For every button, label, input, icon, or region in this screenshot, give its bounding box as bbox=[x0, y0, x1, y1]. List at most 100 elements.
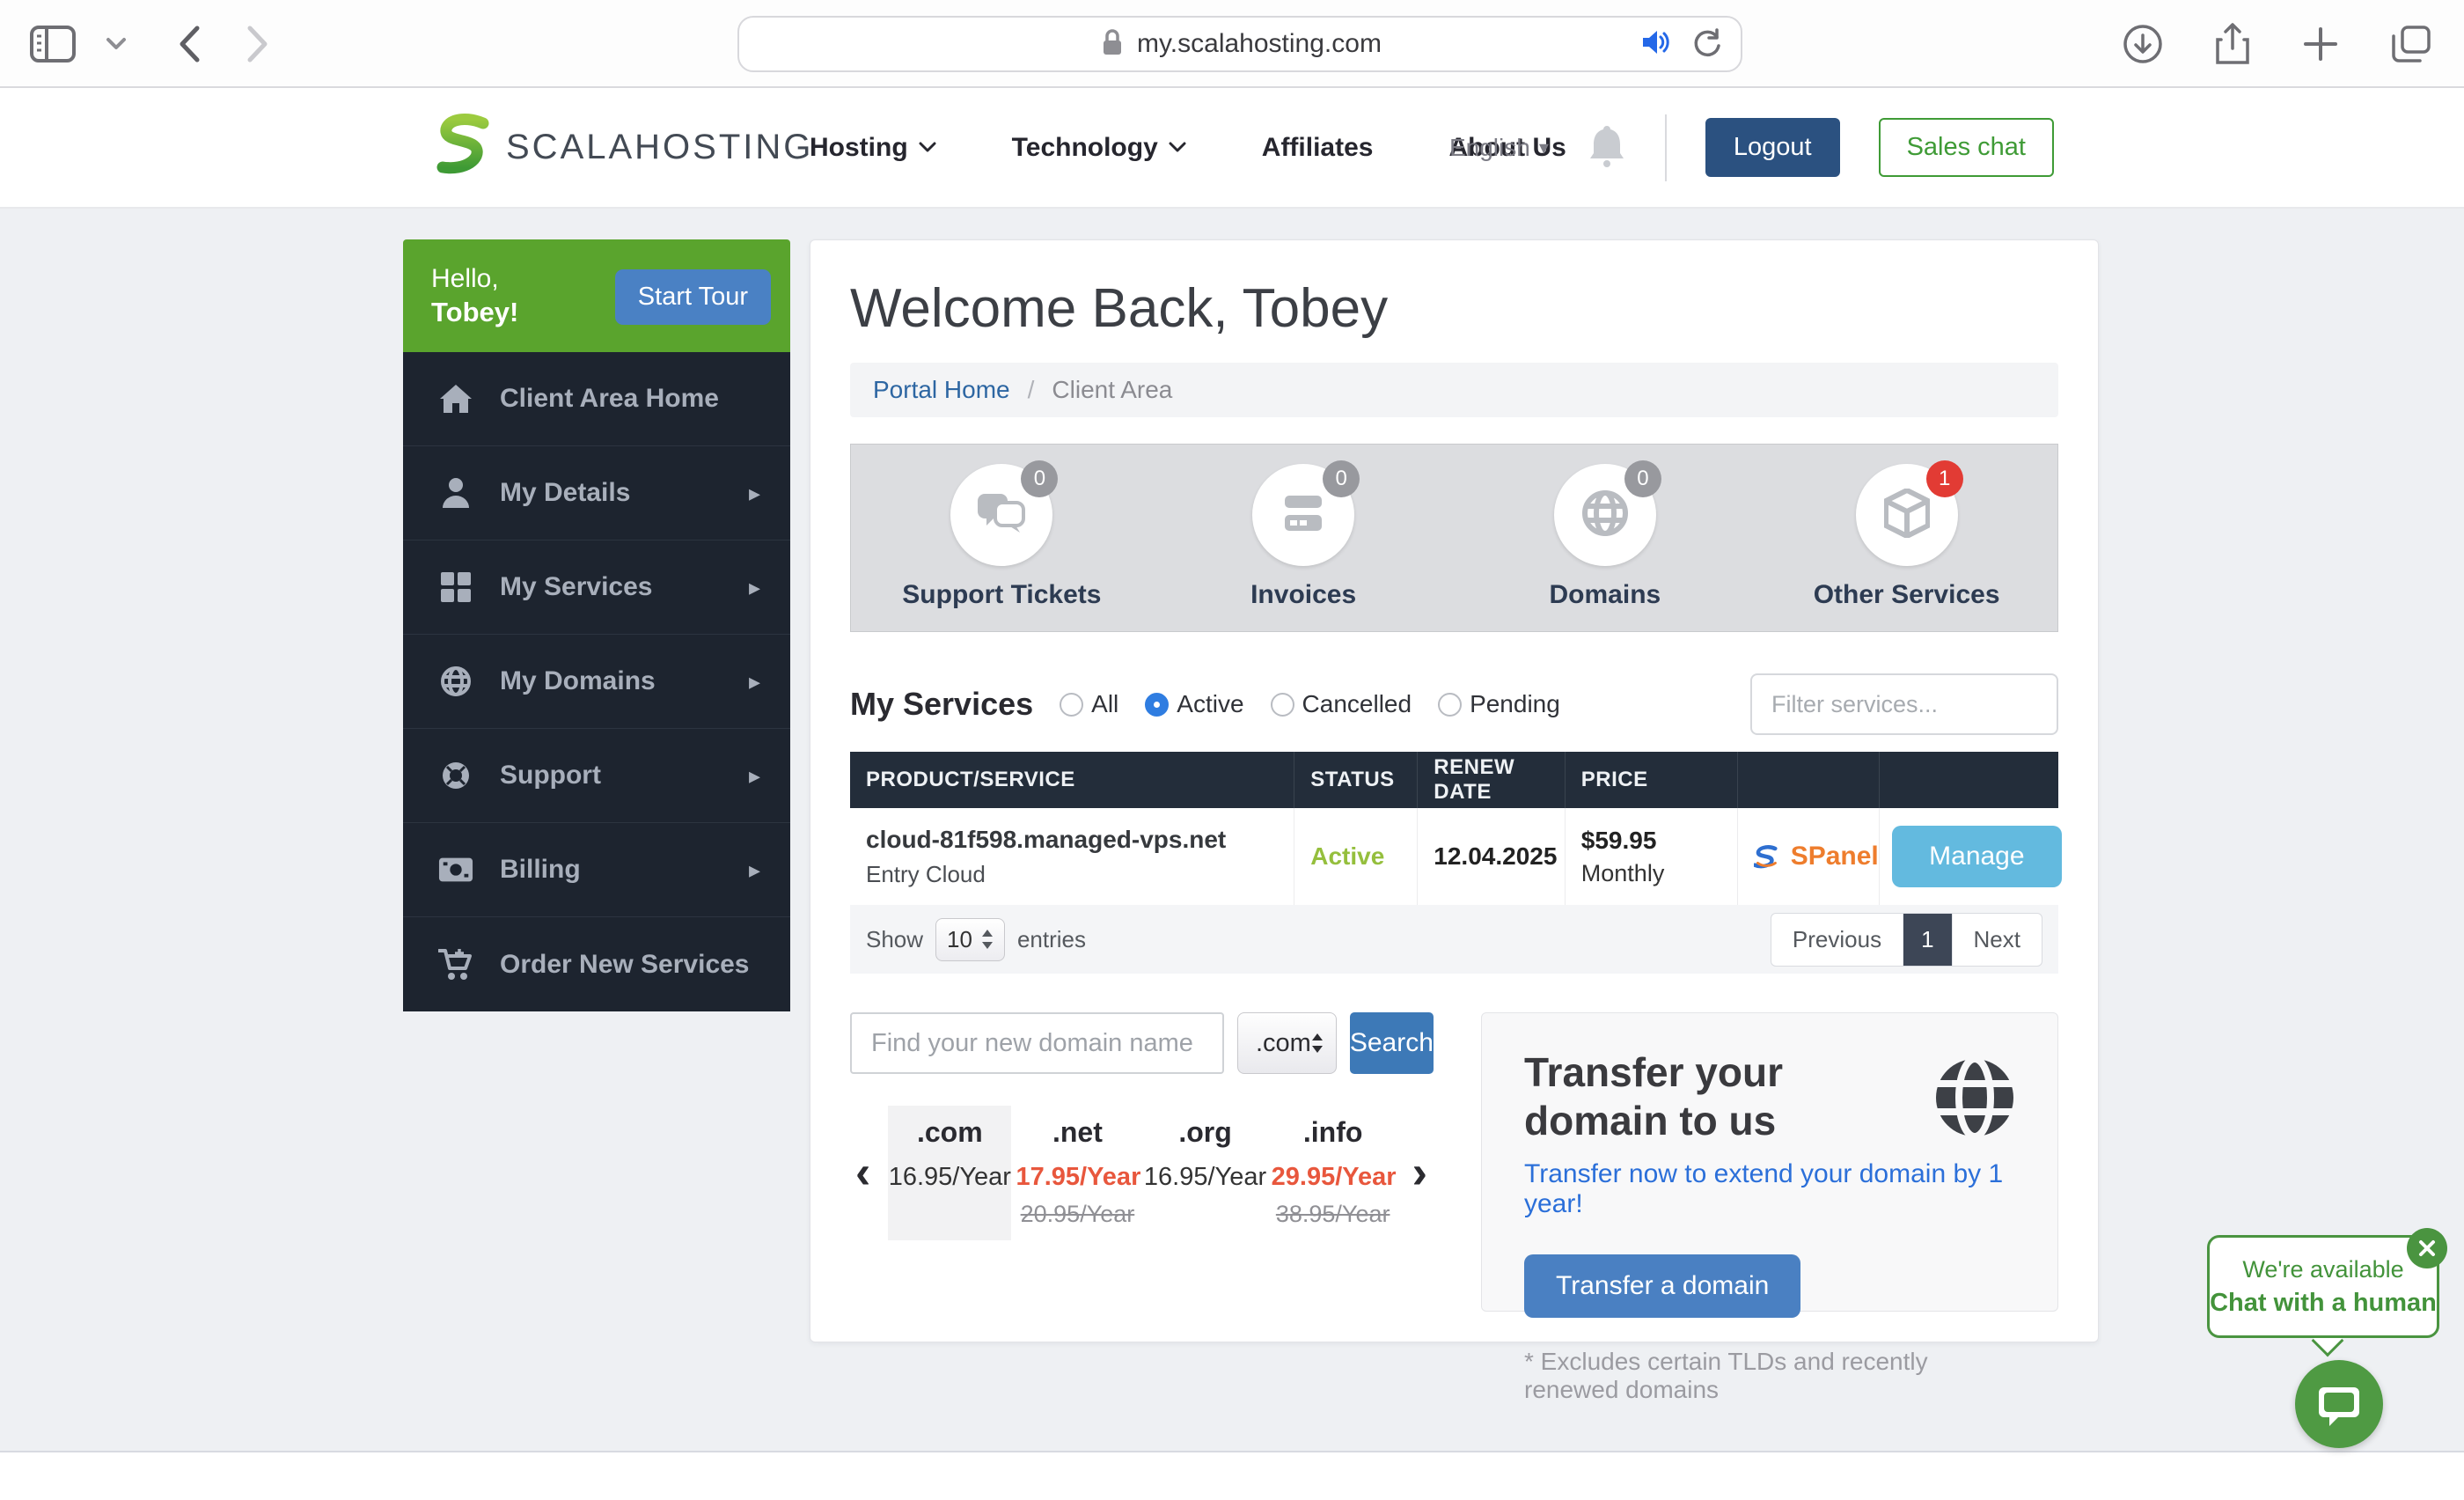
filter-cancelled[interactable]: Cancelled bbox=[1270, 690, 1412, 718]
manage-button[interactable]: Manage bbox=[1892, 826, 2062, 887]
tab-overview-icon[interactable] bbox=[2390, 24, 2434, 64]
url-text: my.scalahosting.com bbox=[1137, 29, 1382, 58]
close-icon bbox=[2419, 1240, 2435, 1256]
money-icon bbox=[438, 857, 473, 883]
sidebar-item-order-new-services[interactable]: Order New Services bbox=[403, 917, 790, 1011]
sidebar-item-my-domains[interactable]: My Domains ▸ bbox=[403, 635, 790, 729]
services-heading: My Services bbox=[850, 686, 1034, 722]
site-header: SCALAHOSTING Hosting Technology Affiliat… bbox=[0, 88, 2464, 209]
language-selector[interactable]: English ▾ bbox=[1449, 134, 1549, 162]
stat-label: Support Tickets bbox=[902, 580, 1102, 609]
nav-affiliates[interactable]: Affiliates bbox=[1262, 133, 1374, 163]
tld-com[interactable]: .com 16.95/Year bbox=[888, 1105, 1012, 1240]
stat-other-services[interactable]: 1 Other Services bbox=[1756, 445, 2057, 631]
chat-bubbles-icon bbox=[976, 490, 1027, 540]
share-icon[interactable] bbox=[2214, 22, 2251, 66]
address-bar[interactable]: my.scalahosting.com bbox=[737, 16, 1742, 72]
spanel-link[interactable]: SPanel bbox=[1738, 808, 1880, 905]
audio-playing-icon[interactable] bbox=[1640, 27, 1672, 62]
sidebar-item-my-details[interactable]: My Details ▸ bbox=[403, 446, 790, 540]
sidebar-toggle-icon[interactable] bbox=[30, 26, 76, 62]
transfer-note: * Excludes certain TLDs and recently ren… bbox=[1524, 1348, 1928, 1404]
cart-plus-icon bbox=[438, 948, 473, 982]
radio-icon bbox=[1438, 692, 1463, 717]
tld-info[interactable]: .info 29.95/Year 38.95/Year bbox=[1272, 1106, 1397, 1240]
forward-icon[interactable] bbox=[246, 26, 269, 62]
radio-icon bbox=[1270, 692, 1294, 717]
product-plan: Entry Cloud bbox=[866, 860, 986, 887]
current-page-button[interactable]: 1 bbox=[1903, 913, 1953, 966]
sidebar-item-client-area-home[interactable]: Client Area Home bbox=[403, 352, 790, 446]
renew-date: 12.04.2025 bbox=[1434, 842, 1558, 870]
previous-page-button[interactable]: Previous bbox=[1771, 913, 1904, 966]
stat-label: Other Services bbox=[1813, 580, 2000, 609]
transfer-domain-button[interactable]: Transfer a domain bbox=[1524, 1254, 1801, 1319]
stat-badge: 0 bbox=[1624, 460, 1661, 497]
radio-checked-icon bbox=[1145, 692, 1170, 717]
tld-select[interactable]: .com bbox=[1237, 1012, 1337, 1074]
header-divider bbox=[1664, 114, 1667, 181]
chat-close-button[interactable] bbox=[2407, 1228, 2447, 1268]
entries-label: entries bbox=[1016, 925, 1087, 952]
tld-carousel: ‹ .com 16.95/Year .net 17.95/Year 20.95/… bbox=[850, 1105, 1433, 1240]
col-actions bbox=[1880, 752, 2058, 808]
sidebar-item-support[interactable]: Support ▸ bbox=[403, 729, 790, 823]
breadcrumb-current: Client Area bbox=[1052, 376, 1173, 403]
nav-technology[interactable]: Technology bbox=[1012, 133, 1186, 163]
new-tab-icon[interactable] bbox=[2302, 26, 2339, 62]
chevron-right-icon: ▸ bbox=[748, 479, 760, 506]
pagination: Previous 1 Next bbox=[1770, 912, 2042, 967]
tld-net[interactable]: .net 17.95/Year 20.95/Year bbox=[1016, 1106, 1140, 1240]
carousel-prev-icon[interactable]: ‹ bbox=[850, 1150, 876, 1195]
logout-button[interactable]: Logout bbox=[1705, 118, 1840, 177]
scalahosting-logo[interactable]: SCALAHOSTING bbox=[436, 113, 813, 181]
downloads-icon[interactable] bbox=[2123, 24, 2163, 64]
table-header: PRODUCT/SERVICE STATUS RENEW DATE PRICE bbox=[850, 752, 2058, 808]
carousel-next-icon[interactable]: › bbox=[1407, 1150, 1433, 1195]
price-value: $59.95 bbox=[1580, 826, 1657, 854]
sales-chat-button[interactable]: Sales chat bbox=[1878, 118, 2054, 177]
table-row: cloud-81f598.managed-vps.net Entry Cloud… bbox=[850, 808, 2062, 905]
domain-search-input[interactable] bbox=[850, 1012, 1224, 1074]
domain-search-button[interactable]: Search bbox=[1349, 1012, 1434, 1074]
filter-all[interactable]: All bbox=[1060, 690, 1118, 718]
col-renew-date: RENEW DATE bbox=[1418, 752, 1566, 808]
notifications-bell-icon[interactable] bbox=[1588, 122, 1626, 173]
tab-group-chevron-icon[interactable] bbox=[106, 37, 127, 51]
filter-pending[interactable]: Pending bbox=[1438, 690, 1560, 718]
sidebar-greeting-panel: Hello, Tobey! Start Tour bbox=[403, 239, 790, 352]
invoice-icon bbox=[1278, 494, 1329, 537]
chevron-right-icon: ▸ bbox=[748, 761, 760, 789]
chevron-down-icon bbox=[1169, 142, 1186, 152]
next-page-button[interactable]: Next bbox=[1953, 914, 2042, 966]
start-tour-button[interactable]: Start Tour bbox=[614, 269, 771, 325]
breadcrumb-portal-home-link[interactable]: Portal Home bbox=[873, 376, 1010, 404]
tld-org[interactable]: .org 16.95/Year bbox=[1144, 1106, 1267, 1240]
back-icon[interactable] bbox=[178, 26, 201, 62]
brand-name: SCALAHOSTING bbox=[506, 127, 814, 166]
stat-badge: 0 bbox=[1323, 460, 1360, 497]
chat-invitation[interactable]: We're available Chat with a human bbox=[2207, 1235, 2439, 1338]
nav-hosting[interactable]: Hosting bbox=[810, 133, 936, 163]
sidebar-item-my-services[interactable]: My Services ▸ bbox=[403, 540, 790, 635]
sidebar-item-billing[interactable]: Billing ▸ bbox=[403, 823, 790, 917]
chat-launcher-button[interactable] bbox=[2295, 1360, 2383, 1448]
stat-support-tickets[interactable]: 0 Support Tickets bbox=[851, 445, 1153, 631]
col-panel bbox=[1738, 752, 1880, 808]
stepper-icon bbox=[1311, 1033, 1323, 1053]
stat-domains[interactable]: 0 Domains bbox=[1455, 445, 1756, 631]
filter-active[interactable]: Active bbox=[1145, 690, 1244, 718]
services-bar: My Services All Active Cancelled Pending bbox=[850, 673, 2058, 736]
breadcrumb: Portal Home / Client Area bbox=[850, 363, 2058, 417]
globe-icon bbox=[1931, 1054, 2019, 1146]
show-label: Show bbox=[866, 925, 924, 952]
filter-services-input[interactable] bbox=[1750, 673, 2058, 735]
stat-invoices[interactable]: 0 Invoices bbox=[1153, 445, 1455, 631]
transfer-panel: Transfer your domain to us Transfer now … bbox=[1481, 1012, 2058, 1403]
chat-line2: Chat with a human bbox=[2210, 1288, 2437, 1317]
reload-icon[interactable] bbox=[1691, 26, 1723, 62]
entries-select[interactable]: 10 bbox=[935, 917, 1005, 961]
scalahosting-logo-icon bbox=[436, 114, 489, 174]
screen: my.scalahosting.com SCALAHOSTING Hosting… bbox=[0, 0, 2464, 1500]
product-name: cloud-81f598.managed-vps.net bbox=[866, 825, 1227, 853]
